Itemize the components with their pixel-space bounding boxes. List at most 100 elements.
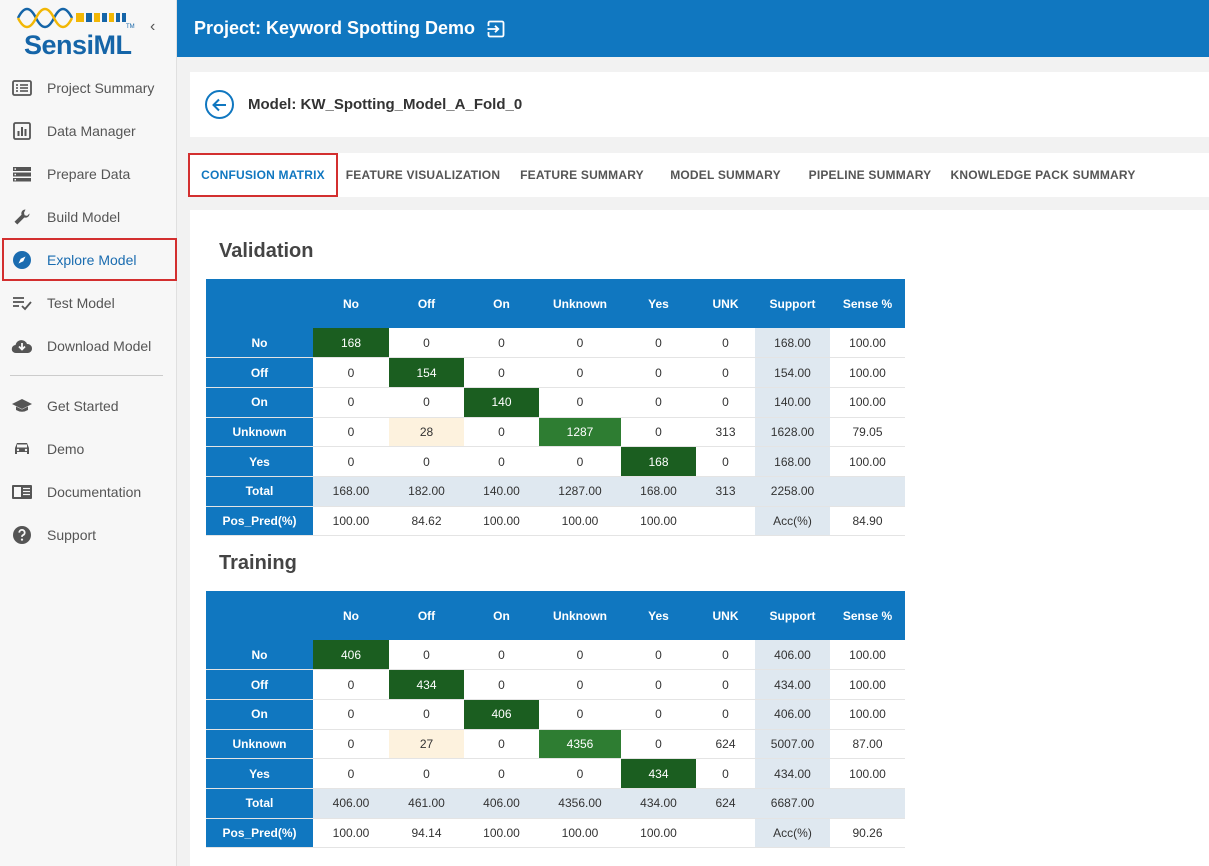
matrix-cell: 140 bbox=[464, 387, 539, 418]
support-cell: 406.00 bbox=[755, 699, 830, 730]
sidebar-item-explore-model[interactable]: Explore Model bbox=[2, 238, 177, 281]
matrix-cell: 0 bbox=[464, 729, 539, 760]
matrix-cell: 0 bbox=[464, 357, 539, 388]
column-header: UNK bbox=[696, 591, 755, 640]
training-title: Training bbox=[219, 552, 297, 574]
support-cell: 434.00 bbox=[755, 758, 830, 789]
sidebar-item-label: Data Manager bbox=[47, 122, 136, 139]
sidebar-item-label: Build Model bbox=[47, 208, 121, 225]
sidebar-item-label: Prepare Data bbox=[47, 165, 131, 182]
matrix-cell: 0 bbox=[313, 417, 389, 448]
matrix-cell: 27 bbox=[389, 729, 464, 760]
matrix-cell: 0 bbox=[464, 669, 539, 700]
list-icon bbox=[11, 77, 33, 99]
matrix-cell: 624 bbox=[696, 729, 755, 760]
matrix-cell: 0 bbox=[389, 387, 464, 418]
support-cell: 434.00 bbox=[755, 669, 830, 700]
matrix-cell: 0 bbox=[389, 328, 464, 359]
matrix-cell: 0 bbox=[621, 669, 696, 700]
matrix-header-row: No Off On Unknown Yes UNK Support Sense % bbox=[206, 279, 905, 328]
sidebar-item-prepare-data[interactable]: Prepare Data bbox=[0, 152, 177, 195]
matrix-row: Unknown 0 27 0 4356 0 624 5007.00 87.00 bbox=[206, 729, 905, 760]
matrix-cell: 100.00 bbox=[313, 818, 389, 849]
matrix-row: Total 168.00 182.00 140.00 1287.00 168.00 313 2… bbox=[206, 476, 905, 507]
matrix-cell: 0 bbox=[313, 758, 389, 789]
sensiml-logo[interactable]: SensiML TM bbox=[14, 4, 144, 60]
sense-cell bbox=[830, 788, 905, 819]
sense-cell: 100.00 bbox=[830, 387, 905, 418]
sidebar-item-label: Test Model bbox=[47, 294, 115, 311]
matrix-corner-cell bbox=[206, 591, 313, 640]
tab-knowledge-pack-summary[interactable]: KNOWLEDGE PACK SUMMARY bbox=[948, 153, 1138, 197]
matrix-cell: 313 bbox=[696, 417, 755, 448]
matrix-cell bbox=[696, 506, 755, 537]
matrix-cell: 0 bbox=[696, 328, 755, 359]
matrix-cell: 0 bbox=[621, 357, 696, 388]
collapse-sidebar-icon[interactable]: ‹ bbox=[150, 18, 155, 36]
sense-cell: 84.90 bbox=[830, 506, 905, 537]
support-cell: 168.00 bbox=[755, 446, 830, 477]
tab-feature-visualization[interactable]: FEATURE VISUALIZATION bbox=[341, 153, 505, 197]
car-icon bbox=[11, 438, 33, 460]
column-header: On bbox=[464, 591, 539, 640]
sidebar-item-download-model[interactable]: Download Model bbox=[0, 324, 177, 367]
sidebar-item-data-manager[interactable]: Data Manager bbox=[0, 109, 177, 152]
sense-cell: 79.05 bbox=[830, 417, 905, 448]
column-header: No bbox=[313, 591, 389, 640]
matrix-cell: 0 bbox=[621, 729, 696, 760]
matrix-cell: 0 bbox=[539, 640, 621, 671]
column-header: Yes bbox=[621, 591, 696, 640]
matrix-cell: 1287.00 bbox=[539, 476, 621, 507]
row-header: On bbox=[206, 699, 313, 730]
matrix-cell: 0 bbox=[389, 758, 464, 789]
sense-cell: 100.00 bbox=[830, 328, 905, 359]
column-header: Unknown bbox=[539, 279, 621, 328]
matrix-cell: 0 bbox=[313, 729, 389, 760]
matrix-cell: 0 bbox=[621, 640, 696, 671]
matrix-header-row: No Off On Unknown Yes UNK Support Sense % bbox=[206, 591, 905, 640]
matrix-cell: 0 bbox=[621, 387, 696, 418]
tab-pipeline-summary[interactable]: PIPELINE SUMMARY bbox=[802, 153, 938, 197]
column-header: Support bbox=[755, 591, 830, 640]
confusion-matrix-panel: Validation No Off On Unknown Yes UNK Support Se… bbox=[190, 210, 1209, 866]
matrix-cell: 0 bbox=[389, 446, 464, 477]
matrix-cell: 0 bbox=[464, 417, 539, 448]
sidebar-item-documentation[interactable]: Documentation bbox=[0, 470, 177, 513]
training-matrix: No Off On Unknown Yes UNK Support Sense % No 406 0… bbox=[206, 591, 905, 849]
tab-model-summary[interactable]: MODEL SUMMARY bbox=[663, 153, 788, 197]
compass-icon bbox=[11, 249, 33, 271]
sense-cell: 100.00 bbox=[830, 357, 905, 388]
row-header: Unknown bbox=[206, 729, 313, 760]
matrix-cell: 0 bbox=[464, 328, 539, 359]
matrix-cell: 0 bbox=[696, 699, 755, 730]
sense-cell: 100.00 bbox=[830, 446, 905, 477]
sidebar-item-support[interactable]: Support bbox=[0, 513, 177, 556]
row-header: Pos_Pred(%) bbox=[206, 818, 313, 849]
sidebar-item-build-model[interactable]: Build Model bbox=[0, 195, 177, 238]
tab-bar: CONFUSION MATRIX FEATURE VISUALIZATION F… bbox=[188, 153, 1209, 197]
sidebar-item-project-summary[interactable]: Project Summary bbox=[0, 66, 177, 109]
support-cell: 154.00 bbox=[755, 357, 830, 388]
matrix-cell: 100.00 bbox=[621, 818, 696, 849]
back-button[interactable] bbox=[205, 90, 234, 119]
sidebar-item-test-model[interactable]: Test Model bbox=[0, 281, 177, 324]
sidebar-item-get-started[interactable]: Get Started bbox=[0, 384, 177, 427]
validation-title: Validation bbox=[219, 240, 314, 262]
tab-confusion-matrix[interactable]: CONFUSION MATRIX bbox=[188, 153, 338, 197]
matrix-cell: 313 bbox=[696, 476, 755, 507]
tab-feature-summary[interactable]: FEATURE SUMMARY bbox=[515, 153, 649, 197]
row-header: Yes bbox=[206, 446, 313, 477]
matrix-cell: 0 bbox=[539, 357, 621, 388]
matrix-cell: 0 bbox=[389, 699, 464, 730]
sidebar-item-label: Demo bbox=[47, 440, 85, 457]
chart-box-icon bbox=[11, 120, 33, 142]
sidebar-item-demo[interactable]: Demo bbox=[0, 427, 177, 470]
column-header: UNK bbox=[696, 279, 755, 328]
matrix-cell: 406.00 bbox=[464, 788, 539, 819]
matrix-cell: 0 bbox=[539, 387, 621, 418]
row-header: On bbox=[206, 387, 313, 418]
exit-project-icon[interactable] bbox=[487, 20, 505, 38]
matrix-cell: 4356.00 bbox=[539, 788, 621, 819]
matrix-row: Off 0 154 0 0 0 0 154.00 100.00 bbox=[206, 357, 905, 388]
matrix-cell: 0 bbox=[696, 640, 755, 671]
